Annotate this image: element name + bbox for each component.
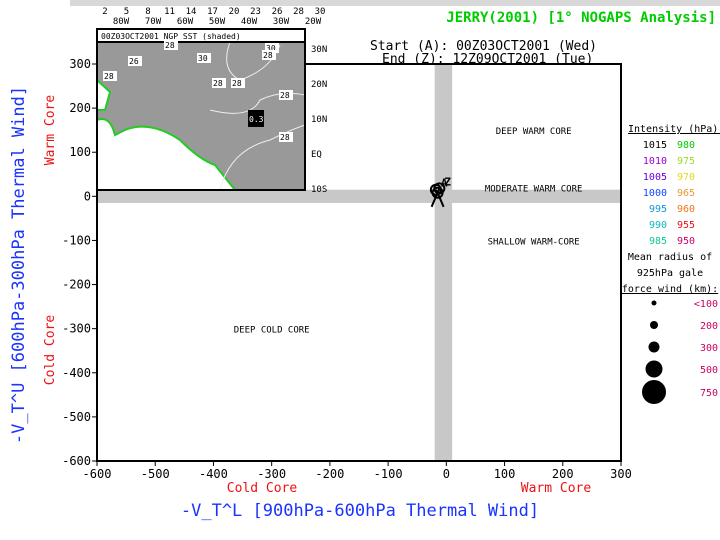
- x-tick-label: -500: [141, 467, 170, 481]
- colorbar-tick-label: 28: [293, 7, 304, 17]
- intensity-legend-item: 995: [649, 204, 667, 215]
- contour-label: 28: [280, 91, 290, 100]
- intensity-legend-title: Intensity (hPa):: [628, 124, 720, 135]
- x-tick-label: -400: [199, 467, 228, 481]
- y-tick-label: -100: [62, 233, 91, 247]
- intensity-legend-item: 985: [649, 236, 667, 247]
- x-tick-label: -600: [83, 467, 112, 481]
- radius-legend-title: 925hPa gale: [637, 268, 703, 279]
- lon-label: 40W: [241, 17, 258, 27]
- colorbar-tick-label: 26: [272, 7, 283, 17]
- inset-storm-label: 0.3: [249, 115, 264, 124]
- colorbar-tick-label: 17: [207, 7, 218, 17]
- intensity-legend-item: 1010: [643, 156, 667, 167]
- contour-label: 28: [232, 79, 242, 88]
- x-tick-label: 200: [552, 467, 574, 481]
- radius-legend-title: Mean radius of: [628, 252, 712, 263]
- inset-title: 00Z03OCT2001 NGP SST (shaded): [101, 32, 241, 41]
- radius-legend-dot: [651, 300, 657, 306]
- contour-label: 28: [280, 133, 290, 142]
- y-tick-label: 0: [84, 189, 91, 203]
- colorbar-tick-label: 11: [164, 7, 175, 17]
- contour-label: 28: [263, 51, 273, 60]
- intensity-legend-item: 1015: [643, 140, 667, 151]
- lat-label: 20N: [311, 80, 327, 90]
- x-tick-label: -300: [257, 467, 286, 481]
- inset-colorbar: [70, 0, 720, 6]
- radius-legend-label: 200: [700, 321, 718, 332]
- colorbar-tick-label: 20: [229, 7, 240, 17]
- lon-label: 20W: [305, 17, 322, 27]
- y-tick-label: 100: [69, 145, 91, 159]
- colorbar-tick-label: 2: [102, 7, 107, 17]
- lat-label: 10N: [311, 115, 327, 125]
- radius-legend-dot: [650, 321, 658, 329]
- intensity-legend-item: 990: [649, 220, 667, 231]
- region-label: DEEP WARM CORE: [496, 127, 572, 137]
- contour-label: 28: [104, 72, 114, 81]
- region-label: SHALLOW WARM-CORE: [488, 237, 580, 247]
- intensity-legend-item: 975: [677, 156, 695, 167]
- x-tick-label: 100: [494, 467, 516, 481]
- intensity-legend-item: 950: [677, 236, 695, 247]
- lat-label: 30N: [311, 45, 327, 55]
- intensity-legend-item: 965: [677, 188, 695, 199]
- y-tick-label: 300: [69, 57, 91, 71]
- y-tick-label: -200: [62, 278, 91, 292]
- y-tick-label: -400: [62, 366, 91, 380]
- intensity-legend-item: 980: [677, 140, 695, 151]
- x-warm-core-label: Warm Core: [521, 481, 592, 496]
- colorbar-tick-label: 23: [250, 7, 261, 17]
- lat-label: EQ: [311, 150, 322, 160]
- radius-legend-label: 300: [700, 343, 718, 354]
- intensity-legend-item: 1005: [643, 172, 667, 183]
- x-tick-label: -200: [315, 467, 344, 481]
- vertical-zero-band: [434, 64, 453, 461]
- y-warm-core-label: Warm Core: [43, 95, 58, 166]
- lon-label: 70W: [145, 17, 162, 27]
- lon-label: 50W: [209, 17, 226, 27]
- track-point-label: Z: [444, 175, 451, 188]
- colorbar-tick-label: 14: [186, 7, 197, 17]
- colorbar-tick-label: 30: [315, 7, 326, 17]
- region-label: DEEP COLD CORE: [234, 326, 310, 336]
- intensity-legend-item: 1000: [643, 188, 667, 199]
- y-axis-title: -V_T^U [600hPa-300hPa Thermal Wind]: [9, 86, 29, 444]
- intensity-legend-item: 960: [677, 204, 695, 215]
- colorbar-tick-label: 8: [145, 7, 150, 17]
- radius-legend-dot: [648, 341, 660, 353]
- x-tick-label: -100: [374, 467, 403, 481]
- y-tick-label: -600: [62, 454, 91, 468]
- radius-legend-label: <100: [694, 299, 718, 310]
- contour-label: 26: [129, 57, 139, 66]
- y-cold-core-label: Cold Core: [43, 315, 58, 386]
- phase-diagram: JERRY(2001) [1° NOGAPS Analysis] Start (…: [0, 0, 720, 540]
- x-axis-title: -V_T^L [900hPa-600hPa Thermal Wind]: [181, 501, 539, 521]
- x-tick-label: 0: [443, 467, 450, 481]
- intensity-legend-item: 970: [677, 172, 695, 183]
- y-tick-label: -300: [62, 322, 91, 336]
- lat-label: 10S: [311, 185, 327, 195]
- radius-legend-label: 750: [700, 388, 718, 399]
- y-tick-label: 200: [69, 101, 91, 115]
- chart-title: JERRY(2001) [1° NOGAPS Analysis]: [446, 10, 716, 26]
- radius-legend-dot: [642, 380, 666, 404]
- radius-legend-title: force wind (km):: [622, 284, 718, 295]
- intensity-legend-item: 955: [677, 220, 695, 231]
- radius-legend-label: 500: [700, 365, 718, 376]
- x-tick-label: 300: [610, 467, 632, 481]
- x-cold-core-label: Cold Core: [227, 481, 298, 496]
- lon-label: 80W: [113, 17, 130, 27]
- region-label: MODERATE WARM CORE: [485, 185, 583, 195]
- y-tick-label: -500: [62, 410, 91, 424]
- contour-label: 28: [213, 79, 223, 88]
- contour-label: 28: [165, 41, 175, 50]
- lon-label: 60W: [177, 17, 194, 27]
- chart-svg: JERRY(2001) [1° NOGAPS Analysis] Start (…: [9, 0, 720, 521]
- colorbar-tick-label: 5: [124, 7, 129, 17]
- contour-label: 30: [198, 54, 208, 63]
- radius-legend-dot: [645, 360, 663, 378]
- lon-label: 30W: [273, 17, 290, 27]
